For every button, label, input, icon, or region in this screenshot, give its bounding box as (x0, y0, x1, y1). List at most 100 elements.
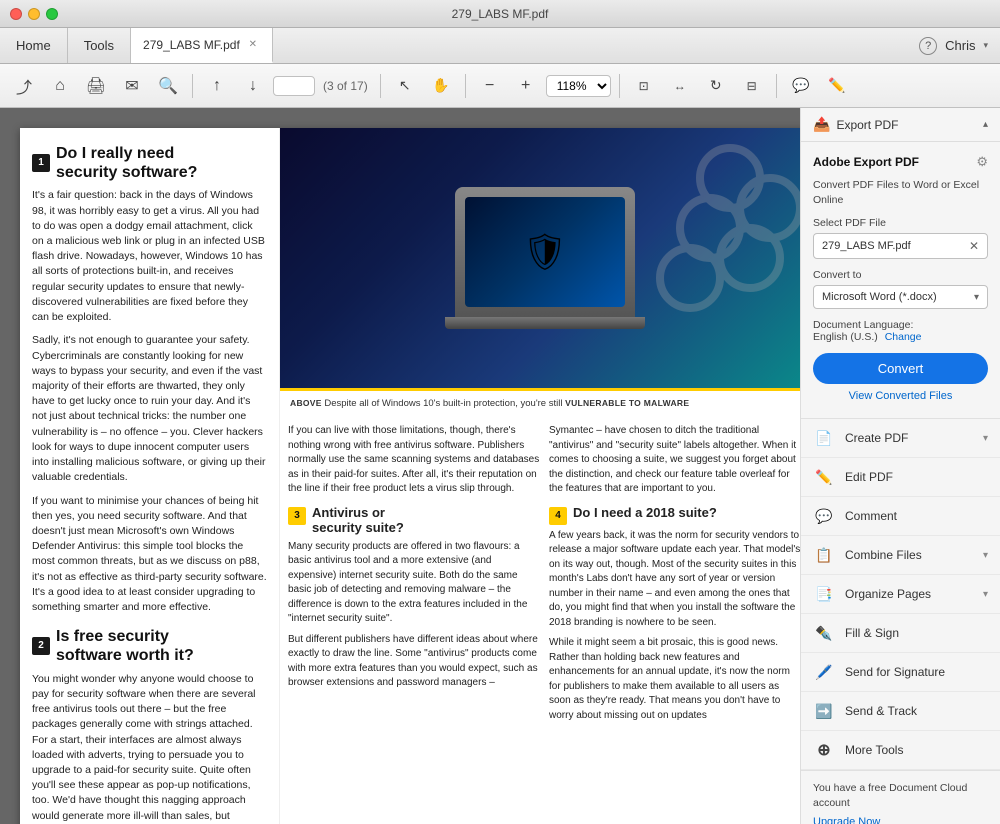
section-2-body: You might wonder why anyone would choose… (32, 672, 267, 824)
minimize-button[interactable] (28, 8, 40, 20)
export-pdf-section: Adobe Export PDF ⚙ Convert PDF Files to … (801, 142, 1000, 419)
edit-pdf-icon: ✏️ (813, 466, 835, 488)
tools-list: 📄 Create PDF ▾ ✏️ Edit PDF 💬 Comment 📋 C… (801, 419, 1000, 770)
zoom-select[interactable]: 118% 100% 75% 150% (546, 75, 611, 97)
view-converted-link[interactable]: View Converted Files (813, 390, 988, 402)
section-3-header: 3 Antivirus orsecurity suite? (288, 505, 541, 536)
user-chevron-icon: ▾ (983, 40, 988, 51)
section-1-body: It's a fair question: back in the days o… (32, 188, 267, 325)
tool-organize-pages[interactable]: 📑 Organize Pages ▾ (801, 575, 1000, 614)
more-tools-label: More Tools (845, 743, 988, 757)
toolbar-separator-1 (192, 74, 193, 98)
tool-more-tools[interactable]: ⊕ More Tools (801, 731, 1000, 770)
caption-text: Despite all of Windows 10's built-in pro… (324, 398, 689, 409)
toolbar-separator-2 (380, 74, 381, 98)
zoom-in-button[interactable]: + (510, 70, 542, 102)
section-1-body-3: If you want to minimise your chances of … (32, 494, 267, 616)
share-button[interactable]: ⤴ (8, 70, 40, 102)
file-clear-icon[interactable]: ✕ (969, 239, 979, 253)
traffic-lights (10, 8, 58, 20)
tool-comment[interactable]: 💬 Comment (801, 497, 1000, 536)
scroll-up-button[interactable]: ↑ (201, 70, 233, 102)
tab-bar: Home Tools 279_LABS MF.pdf ✕ ? Chris ▾ (0, 28, 1000, 64)
print-button[interactable]: 🖨 (80, 70, 112, 102)
pdf-viewer[interactable]: 1 Do I really needsecurity software? It'… (0, 108, 800, 824)
user-name[interactable]: Chris (945, 38, 975, 53)
send-track-label: Send & Track (845, 704, 988, 718)
scan-button[interactable]: ⊟ (736, 70, 768, 102)
tool-edit-pdf[interactable]: ✏️ Edit PDF (801, 458, 1000, 497)
close-button[interactable] (10, 8, 22, 20)
tool-fill-sign[interactable]: ✒️ Fill & Sign (801, 614, 1000, 653)
zoom-out-button[interactable]: − (474, 70, 506, 102)
comment-toolbar-button[interactable]: 💬 (785, 70, 817, 102)
window-title: 279_LABS MF.pdf (452, 7, 549, 21)
maximize-button[interactable] (46, 8, 58, 20)
export-pdf-chevron-icon: ▴ (983, 119, 988, 130)
section-4-title: Do I need a 2018 suite? (573, 505, 717, 521)
upgrade-link[interactable]: Upgrade Now (813, 815, 988, 824)
doc-language-value: English (U.S.) (813, 331, 878, 343)
pan-tool-button[interactable]: ✋ (425, 70, 457, 102)
help-icon[interactable]: ? (919, 37, 937, 55)
search-button[interactable]: 🔍 (152, 70, 184, 102)
convert-button[interactable]: Convert (813, 353, 988, 384)
col1-intro: If you can live with those limitations, … (288, 424, 541, 497)
settings-icon[interactable]: ⚙ (976, 154, 988, 170)
section-3-title: Antivirus orsecurity suite? (312, 505, 404, 536)
create-pdf-label: Create PDF (845, 431, 973, 445)
rotate-button[interactable]: ↻ (700, 70, 732, 102)
col1-section3-body: Many security products are offered in tw… (288, 540, 541, 627)
pdf-column-1: If you can live with those limitations, … (288, 424, 541, 824)
tab-document[interactable]: 279_LABS MF.pdf ✕ (131, 28, 273, 63)
section-1-number: 1 (32, 154, 50, 172)
tool-create-pdf[interactable]: 📄 Create PDF ▾ (801, 419, 1000, 458)
col2-section4-body2: While it might seem a bit prosaic, this … (549, 636, 800, 723)
create-pdf-expand-icon: ▾ (983, 433, 988, 444)
tab-home[interactable]: Home (0, 28, 68, 63)
adobe-export-title-row: Adobe Export PDF ⚙ (813, 154, 988, 170)
main-area: 1 Do I really needsecurity software? It'… (0, 108, 1000, 824)
tab-user: ? Chris ▾ (907, 28, 1000, 63)
pdf-hero-image: 🛡 (280, 128, 800, 388)
title-bar: 279_LABS MF.pdf (0, 0, 1000, 28)
pdf-left-column: 1 Do I really needsecurity software? It'… (20, 128, 280, 824)
convert-to-select[interactable]: Microsoft Word (*.docx) ▾ (813, 285, 988, 309)
tab-tools[interactable]: Tools (68, 28, 131, 63)
page-number-input[interactable]: 80 (280, 79, 308, 93)
send-signature-icon: 🖊️ (813, 661, 835, 683)
page-total-info: (3 of 17) (319, 79, 372, 93)
tab-close-button[interactable]: ✕ (246, 38, 260, 52)
markup-button[interactable]: ✏️ (821, 70, 853, 102)
email-button[interactable]: ✉ (116, 70, 148, 102)
export-pdf-header[interactable]: 📤 Export PDF ▴ (801, 108, 1000, 142)
export-subtitle: Convert PDF Files to Word or Excel Onlin… (813, 178, 988, 207)
caption-label: ABOVE (290, 398, 322, 408)
fit-width-button[interactable]: ↔ (664, 70, 696, 102)
page-navigation: 80 (273, 76, 315, 96)
file-name: 279_LABS MF.pdf (822, 240, 911, 252)
cursor-tool-button[interactable]: ↖ (389, 70, 421, 102)
tool-send-signature[interactable]: 🖊️ Send for Signature (801, 653, 1000, 692)
organize-pages-label: Organize Pages (845, 587, 973, 601)
more-tools-icon: ⊕ (813, 739, 835, 761)
tool-combine-files[interactable]: 📋 Combine Files ▾ (801, 536, 1000, 575)
fit-page-button[interactable]: ⊡ (628, 70, 660, 102)
change-language-link[interactable]: Change (885, 331, 922, 343)
send-signature-label: Send for Signature (845, 665, 988, 679)
combine-files-expand-icon: ▾ (983, 550, 988, 561)
shield-icon-large: 🛡 (522, 231, 568, 273)
tab-doc-label: 279_LABS MF.pdf (143, 38, 240, 52)
tool-send-track[interactable]: ➡️ Send & Track (801, 692, 1000, 731)
col2-intro: Symantec – have chosen to ditch the trad… (549, 424, 800, 497)
scroll-down-button[interactable]: ↓ (237, 70, 269, 102)
col2-section4-body1: A few years back, it was the norm for se… (549, 529, 800, 631)
home-button[interactable]: ⌂ (44, 70, 76, 102)
pdf-page: 1 Do I really needsecurity software? It'… (20, 128, 800, 824)
toolbar-separator-4 (619, 74, 620, 98)
doc-language: Document Language: English (U.S.) Change (813, 319, 988, 343)
file-field[interactable]: 279_LABS MF.pdf ✕ (813, 233, 988, 259)
section-2-header: 2 Is free securitysoftware worth it? (32, 627, 267, 665)
col1-section3-body2: But different publishers have different … (288, 633, 541, 691)
combine-files-label: Combine Files (845, 548, 973, 562)
